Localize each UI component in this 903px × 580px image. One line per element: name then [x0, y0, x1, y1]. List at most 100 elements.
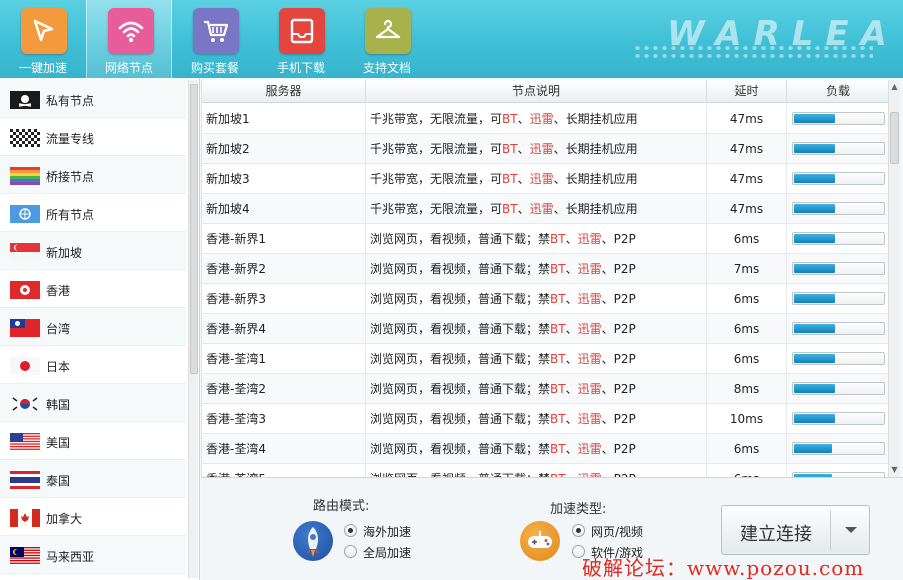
table-row[interactable]: 香港-荃湾5浏览网页，看视频，普通下载；禁BT、迅雷、P2P6ms — [202, 464, 888, 477]
xunlei-highlight: 迅雷 — [577, 382, 602, 396]
latency-cell: 47ms — [707, 134, 787, 164]
malaysia-flag-icon — [10, 547, 40, 565]
toolbar-network-nodes[interactable]: 网络节点 — [86, 0, 172, 78]
table-row[interactable]: 香港-荃湾4 浏览网页，看视频，普通下载；禁BT、迅雷、P2P 6ms — [202, 434, 888, 464]
radio-dot[interactable] — [344, 545, 357, 558]
sidebar-item[interactable]: 马来西亚 — [0, 536, 186, 574]
top-toolbar: WARLEA 一键加速 网络节点 购买套餐 手机下载 支持文档 — [0, 0, 903, 78]
sidebar-item[interactable]: 韩国 — [0, 384, 186, 422]
load-bar — [792, 292, 885, 305]
load-cell — [787, 104, 888, 134]
xunlei-highlight: 迅雷 — [529, 202, 554, 216]
toolbar-one-click-accelerate[interactable]: 一键加速 — [0, 0, 86, 78]
connect-dropdown-button[interactable] — [832, 506, 870, 554]
radio-label: 全局加速 — [363, 546, 412, 560]
load-bar — [792, 442, 885, 455]
load-bar-fill — [794, 354, 835, 363]
sidebar-item[interactable]: 流量专线 — [0, 118, 186, 156]
table-row[interactable]: 新加坡1 千兆带宽，无限流量，可BT、迅雷、长期挂机应用 47ms — [202, 104, 888, 134]
bt-highlight: BT — [550, 412, 566, 426]
hongkong-flag-icon — [10, 281, 40, 299]
description-text: 浏览网页，看视频，普通下载；禁 — [370, 382, 551, 396]
table-scrollbar[interactable]: ▲ ▼ — [888, 80, 900, 477]
description-text: 浏览网页，看视频，普通下载；禁 — [370, 262, 551, 276]
sidebar-scrollbar[interactable] — [188, 80, 198, 578]
connect-button[interactable]: 建立连接 — [721, 505, 870, 555]
sidebar-item-label: 流量专线 — [46, 132, 95, 146]
toolbar-mobile-download[interactable]: 手机下载 — [258, 0, 344, 78]
server-name-cell: 香港-荃湾2 — [202, 374, 366, 404]
load-cell — [787, 134, 888, 164]
load-bar — [792, 172, 885, 185]
description-text: 千兆带宽，无限流量，可 — [370, 202, 503, 216]
toolbar-label: 支持文档 — [362, 61, 411, 75]
load-bar-fill — [794, 234, 835, 243]
toolbar-buy-plan[interactable]: 购买套餐 — [172, 0, 258, 78]
load-bar-fill — [794, 144, 835, 153]
radio-dot[interactable] — [572, 524, 585, 537]
load-bar-fill — [794, 294, 835, 303]
table-row[interactable]: 香港-荃湾1 浏览网页，看视频，普通下载；禁BT、迅雷、P2P 6ms — [202, 344, 888, 374]
table-header: 服务器 节点说明 延时 负载 — [202, 80, 888, 103]
sidebar-item[interactable]: 台湾 — [0, 308, 186, 346]
table-row[interactable]: 香港-新界4 浏览网页，看视频，普通下载；禁BT、迅雷、P2P 6ms — [202, 314, 888, 344]
sidebar-item-label: 日本 — [46, 360, 71, 374]
load-bar — [792, 352, 885, 365]
column-header-latency[interactable]: 延时 — [707, 80, 787, 103]
sidebar-item[interactable]: 泰国 — [0, 460, 186, 498]
server-name-cell: 新加坡4 — [202, 194, 366, 224]
table-row[interactable]: 香港-新界1 浏览网页，看视频，普通下载；禁BT、迅雷、P2P 6ms — [202, 224, 888, 254]
load-cell — [787, 344, 888, 374]
load-bar-fill — [794, 444, 832, 453]
table-row[interactable]: 香港-新界3 浏览网页，看视频，普通下载；禁BT、迅雷、P2P 6ms — [202, 284, 888, 314]
load-bar — [792, 112, 885, 125]
description-cell: 千兆带宽，无限流量，可BT、迅雷、长期挂机应用 — [366, 134, 707, 164]
scroll-down-arrow[interactable]: ▼ — [890, 465, 899, 475]
load-bar-fill — [794, 264, 835, 273]
table-row[interactable]: 香港-荃湾2 浏览网页，看视频，普通下载；禁BT、迅雷、P2P 8ms — [202, 374, 888, 404]
column-header-server[interactable]: 服务器 — [202, 80, 366, 103]
scroll-up-arrow[interactable]: ▲ — [890, 82, 899, 92]
sidebar-item[interactable]: 美国 — [0, 422, 186, 460]
load-cell — [787, 254, 888, 284]
sidebar-item[interactable]: 私有节点 — [0, 80, 186, 118]
sidebar-item[interactable]: 香港 — [0, 270, 186, 308]
description-cell: 浏览网页，看视频，普通下载；禁BT、迅雷、P2P — [366, 314, 707, 344]
table-row[interactable]: 香港-新界2 浏览网页，看视频，普通下载；禁BT、迅雷、P2P 7ms — [202, 254, 888, 284]
sidebar-item[interactable]: 新加坡 — [0, 232, 186, 270]
column-header-description[interactable]: 节点说明 — [366, 80, 707, 103]
load-cell — [787, 374, 888, 404]
description-text: 千兆带宽，无限流量，可 — [370, 112, 503, 126]
cart-icon — [193, 8, 239, 54]
xunlei-highlight: 迅雷 — [577, 442, 602, 456]
toolbar-support-docs[interactable]: 支持文档 — [344, 0, 430, 78]
table-row[interactable]: 新加坡2 千兆带宽，无限流量，可BT、迅雷、长期挂机应用 47ms — [202, 134, 888, 164]
scrollbar-thumb[interactable] — [190, 84, 198, 374]
server-name-cell: 香港-新界2 — [202, 254, 366, 284]
description-text: 、P2P — [601, 442, 636, 456]
sidebar-item[interactable]: 桥接节点 — [0, 156, 186, 194]
table-row[interactable]: 新加坡4 千兆带宽，无限流量，可BT、迅雷、长期挂机应用 47ms — [202, 194, 888, 224]
sidebar-item[interactable]: 日本 — [0, 346, 186, 384]
server-name-cell: 新加坡3 — [202, 164, 366, 194]
radio-dot[interactable] — [344, 524, 357, 537]
rocket-icon — [293, 521, 333, 561]
node-category-sidebar: 私有节点流量专线桥接节点 所有节点 新加坡 香港 台湾日本韩国 美国 泰国 加拿大 马来西亚 — [0, 78, 200, 580]
xunlei-highlight: 迅雷 — [577, 232, 602, 246]
load-bar — [792, 322, 885, 335]
load-bar-fill — [794, 204, 835, 213]
table-row[interactable]: 香港-荃湾3 浏览网页，看视频，普通下载；禁BT、迅雷、P2P 10ms — [202, 404, 888, 434]
description-text: 、长期挂机应用 — [553, 172, 638, 186]
usa-flag-icon — [10, 433, 40, 451]
scrollbar-thumb[interactable] — [890, 112, 899, 164]
column-header-load[interactable]: 负载 — [787, 80, 888, 103]
table-row[interactable]: 新加坡3 千兆带宽，无限流量，可BT、迅雷、长期挂机应用 47ms — [202, 164, 888, 194]
separator-text: 、 — [565, 262, 578, 276]
separator-text: 、 — [517, 202, 530, 216]
latency-cell: 6ms — [707, 464, 787, 477]
thailand-flag-icon — [10, 471, 40, 489]
latency-cell: 8ms — [707, 374, 787, 404]
sidebar-item[interactable]: 所有节点 — [0, 194, 186, 232]
accel-type-title: 加速类型: — [550, 502, 607, 517]
sidebar-item[interactable]: 加拿大 — [0, 498, 186, 536]
